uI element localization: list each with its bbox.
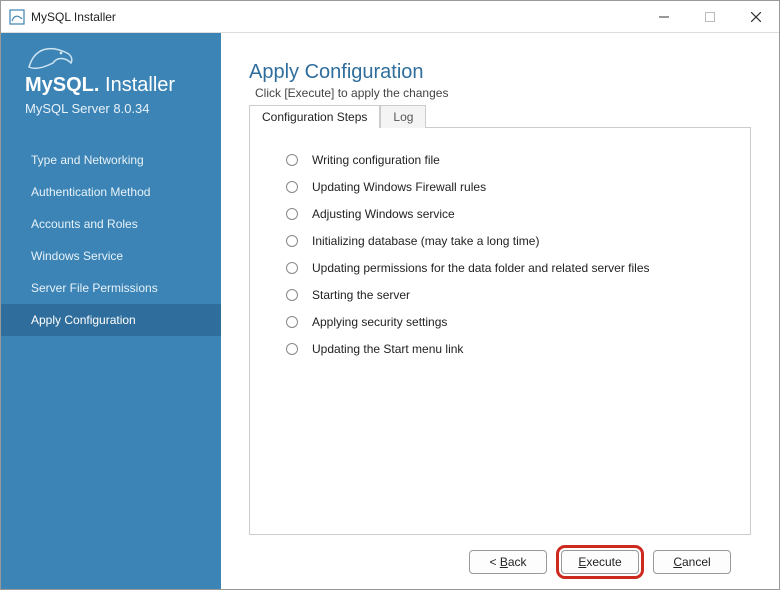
main-panel: Apply Configuration Click [Execute] to a… [221,33,779,589]
window-title: MySQL Installer [31,10,116,24]
app-icon [9,9,25,25]
step-label: Adjusting Windows service [312,207,455,221]
tab-panel-steps: Writing configuration file Updating Wind… [249,127,751,535]
titlebar: MySQL Installer [1,1,779,33]
cancel-button[interactable]: Cancel [653,550,731,574]
sidebar-item-windows-service[interactable]: Windows Service [1,240,221,272]
step-status-icon [286,181,298,193]
sidebar-item-file-permissions[interactable]: Server File Permissions [1,272,221,304]
step-label: Updating the Start menu link [312,342,463,356]
mysql-logo-icon [27,43,221,74]
step-status-icon [286,235,298,247]
tab-configuration-steps[interactable]: Configuration Steps [249,105,380,128]
step-label: Applying security settings [312,315,447,329]
sidebar-nav: Type and Networking Authentication Metho… [1,144,221,336]
step-status-icon [286,262,298,274]
page-subtitle: Click [Execute] to apply the changes [249,86,751,100]
sidebar-item-type-networking[interactable]: Type and Networking [1,144,221,176]
step-status-icon [286,316,298,328]
page-title: Apply Configuration [249,61,751,84]
step-label: Updating permissions for the data folder… [312,261,650,275]
tab-strip: Configuration Steps Log [249,104,751,128]
product-name: MySQL Server 8.0.34 [25,101,221,116]
step-row: Starting the server [286,281,738,308]
step-status-icon [286,343,298,355]
step-row: Updating Windows Firewall rules [286,173,738,200]
step-label: Starting the server [312,288,410,302]
step-row: Applying security settings [286,308,738,335]
back-button[interactable]: < Back [469,550,547,574]
sidebar-item-accounts-roles[interactable]: Accounts and Roles [1,208,221,240]
step-label: Writing configuration file [312,153,440,167]
step-row: Writing configuration file [286,146,738,173]
tab-log[interactable]: Log [380,105,426,128]
step-label: Updating Windows Firewall rules [312,180,486,194]
step-row: Updating the Start menu link [286,335,738,362]
step-status-icon [286,208,298,220]
maximize-button [687,1,733,33]
sidebar-item-authentication[interactable]: Authentication Method [1,176,221,208]
window-body: MySQL. Installer MySQL Server 8.0.34 Typ… [1,33,779,589]
step-label: Initializing database (may take a long t… [312,234,539,248]
sidebar-item-apply-configuration[interactable]: Apply Configuration [1,304,221,336]
step-row: Adjusting Windows service [286,200,738,227]
step-status-icon [286,289,298,301]
step-row: Updating permissions for the data folder… [286,254,738,281]
installer-window: MySQL Installer MySQL. Instal [0,0,780,590]
footer: < Back Execute Cancel [249,535,751,589]
sidebar: MySQL. Installer MySQL Server 8.0.34 Typ… [1,33,221,589]
brand-title: MySQL. Installer [25,74,221,97]
step-row: Initializing database (may take a long t… [286,227,738,254]
step-status-icon [286,154,298,166]
minimize-button[interactable] [641,1,687,33]
close-button[interactable] [733,1,779,33]
execute-button[interactable]: Execute [561,550,639,574]
